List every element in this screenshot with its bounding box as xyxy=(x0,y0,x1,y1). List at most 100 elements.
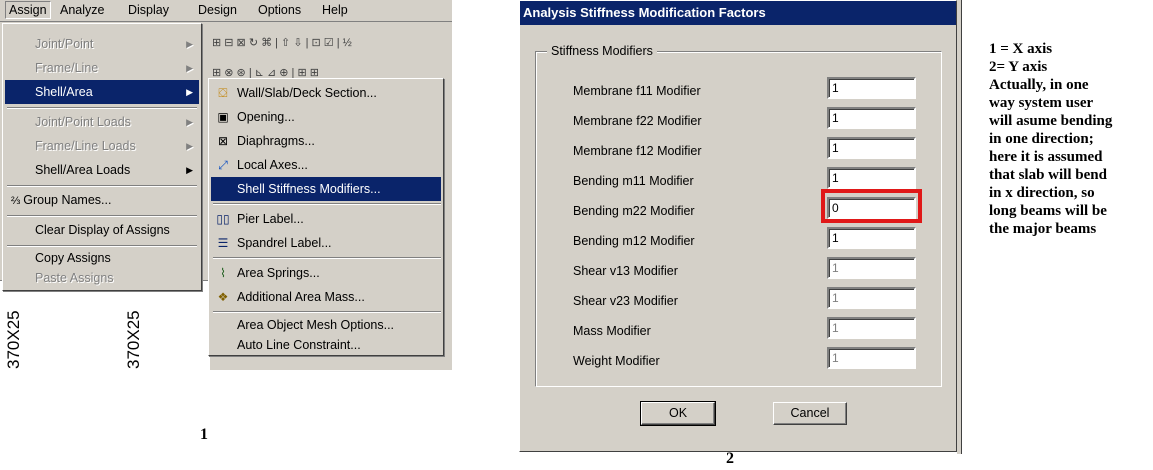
note-line: will asume bending xyxy=(989,113,1113,129)
menu-item-label: Clear Display of Assigns xyxy=(35,223,170,237)
menu-item-label: Opening... xyxy=(237,110,295,124)
menu-item-clear-display[interactable]: Clear Display of Assigns xyxy=(5,218,199,242)
menu-design[interactable]: Design xyxy=(198,3,237,17)
group-names-icon: ⅔ xyxy=(11,195,24,207)
cancel-button[interactable]: Cancel xyxy=(773,402,847,425)
stiffness-dialog: Analysis Stiffness Modification Factors … xyxy=(519,0,957,452)
menu-options[interactable]: Options xyxy=(258,3,301,17)
note-line: way system user xyxy=(989,95,1094,111)
note-line: in one direction; xyxy=(989,131,1094,147)
submenu-arrow-icon: ▶ xyxy=(186,165,193,175)
section-label-a: 370X25 xyxy=(4,310,23,369)
m11-modifier-input[interactable] xyxy=(827,167,916,189)
menu-item-joint-point[interactable]: Joint/Point ▶ xyxy=(5,32,199,56)
note-line: long beams will be xyxy=(989,203,1107,219)
menu-display[interactable]: Display xyxy=(128,3,169,17)
m22-highlight-box xyxy=(821,189,922,223)
menu-item-label: Paste Assigns xyxy=(35,271,114,285)
figure-label-2: 2 xyxy=(726,450,734,467)
menu-item-wall-slab-deck[interactable]: ⛋ Wall/Slab/Deck Section... xyxy=(211,81,441,105)
submenu-arrow-icon: ▶ xyxy=(186,141,193,151)
local-axes-icon: ⤢ xyxy=(218,158,228,172)
menu-item-label: Shell/Area Loads xyxy=(35,163,131,177)
menu-item-paste-assigns[interactable]: Paste Assigns xyxy=(5,266,199,290)
menu-item-label: Spandrel Label... xyxy=(237,236,332,250)
row-label-m12: Bending m12 Modifier xyxy=(573,234,695,248)
row-label-m22: Bending m22 Modifier xyxy=(573,204,695,218)
model-view: 370X25 370X25 xyxy=(0,280,210,370)
menu-item-spandrel-label[interactable]: ☰ Spandrel Label... xyxy=(211,231,441,255)
menu-item-label: Frame/Line Loads xyxy=(35,139,136,153)
menu-item-label: Auto Line Constraint... xyxy=(237,338,361,352)
submenu-arrow-icon: ▶ xyxy=(186,117,193,127)
f11-modifier-input[interactable] xyxy=(827,77,916,99)
mass-icon: ❖ xyxy=(217,290,229,304)
ok-button[interactable]: OK xyxy=(640,401,716,426)
menu-item-joint-point-loads[interactable]: Joint/Point Loads ▶ xyxy=(5,110,199,134)
row-label-m11: Bending m11 Modifier xyxy=(573,174,694,188)
note-line: Actually, in one xyxy=(989,77,1089,93)
menu-item-opening[interactable]: ▣ Opening... xyxy=(211,105,441,129)
menu-separator xyxy=(213,257,441,259)
diaphragm-icon: ⊠ xyxy=(217,134,229,148)
window-edge xyxy=(957,0,962,454)
menu-separator xyxy=(213,203,441,205)
note-line: 2= Y axis xyxy=(989,59,1048,75)
row-label-mass: Mass Modifier xyxy=(573,324,651,338)
dialog-title: Analysis Stiffness Modification Factors xyxy=(520,1,956,25)
menu-item-label: Shell Stiffness Modifiers... xyxy=(237,182,381,196)
menu-item-shell-stiffness-modifiers[interactable]: Shell Stiffness Modifiers... xyxy=(211,177,441,201)
menu-item-label: Joint/Point Loads xyxy=(35,115,131,129)
menu-item-label: Group Names... xyxy=(23,193,112,207)
note-line: the major beams xyxy=(989,221,1097,237)
wall-slab-icon: ⛋ xyxy=(218,86,228,100)
menu-item-area-springs[interactable]: ⌇ Area Springs... xyxy=(211,261,441,285)
menu-item-label: Diaphragms... xyxy=(237,134,315,148)
menu-separator xyxy=(7,107,197,109)
menu-assign[interactable]: Assign xyxy=(5,1,51,19)
shell-area-submenu: ⛋ Wall/Slab/Deck Section... ▣ Opening... ⊠… xyxy=(208,78,444,356)
pier-icon: ▯▯ xyxy=(216,212,230,226)
menu-item-frame-line[interactable]: Frame/Line ▶ xyxy=(5,56,199,80)
menu-item-shell-area-loads[interactable]: Shell/Area Loads ▶ xyxy=(5,158,199,182)
note-line: in x direction, so xyxy=(989,185,1095,201)
menu-item-label: Shell/Area xyxy=(35,85,93,99)
v13-modifier-input[interactable] xyxy=(827,257,916,279)
springs-icon: ⌇ xyxy=(220,266,226,280)
menu-item-auto-line-constraint[interactable]: Auto Line Constraint... xyxy=(211,333,441,357)
note-line: here it is assumed xyxy=(989,149,1103,165)
menu-item-label: Frame/Line xyxy=(35,61,99,75)
submenu-arrow-icon: ▶ xyxy=(186,63,193,73)
menu-item-label: Area Object Mesh Options... xyxy=(237,318,395,332)
menu-item-shell-area[interactable]: Shell/Area ▶ xyxy=(5,80,199,104)
menu-analyze[interactable]: Analyze xyxy=(60,3,104,17)
assign-menu: Joint/Point ▶ Frame/Line ▶ Shell/Area ▶ Joi… xyxy=(2,23,202,291)
menu-item-frame-line-loads[interactable]: Frame/Line Loads ▶ xyxy=(5,134,199,158)
section-label-b: 370X25 xyxy=(124,310,143,369)
f12-modifier-input[interactable] xyxy=(827,137,916,159)
weight-modifier-input[interactable] xyxy=(827,347,916,369)
opening-icon: ▣ xyxy=(217,110,229,124)
m12-modifier-input[interactable] xyxy=(827,227,916,249)
f22-modifier-input[interactable] xyxy=(827,107,916,129)
group-label: Stiffness Modifiers xyxy=(547,44,657,58)
menu-item-pier-label[interactable]: ▯▯ Pier Label... xyxy=(211,207,441,231)
menu-item-local-axes[interactable]: ⤢ Local Axes... xyxy=(211,153,441,177)
menu-item-diaphragms[interactable]: ⊠ Diaphragms... xyxy=(211,129,441,153)
figure-label-1: 1 xyxy=(200,426,208,443)
row-label-weight: Weight Modifier xyxy=(573,354,660,368)
menu-item-label: Joint/Point xyxy=(35,37,94,51)
mass-modifier-input[interactable] xyxy=(827,317,916,339)
row-label-v23: Shear v23 Modifier xyxy=(573,294,678,308)
menu-help[interactable]: Help xyxy=(322,3,348,17)
menu-item-label: Pier Label... xyxy=(237,212,304,226)
menu-item-group-names[interactable]: ⅔ Group Names... xyxy=(5,188,199,212)
row-label-f12: Membrane f12 Modifier xyxy=(573,144,702,158)
etabs-window: Assign Analyze Display Design Options He… xyxy=(0,0,452,370)
submenu-arrow-icon: ▶ xyxy=(186,39,193,49)
v23-modifier-input[interactable] xyxy=(827,287,916,309)
menu-item-label: Area Springs... xyxy=(237,266,320,280)
menu-item-label: Copy Assigns xyxy=(35,251,111,265)
menu-item-additional-area-mass[interactable]: ❖ Additional Area Mass... xyxy=(211,285,441,309)
menubar: Assign Analyze Display Design Options He… xyxy=(0,0,452,22)
